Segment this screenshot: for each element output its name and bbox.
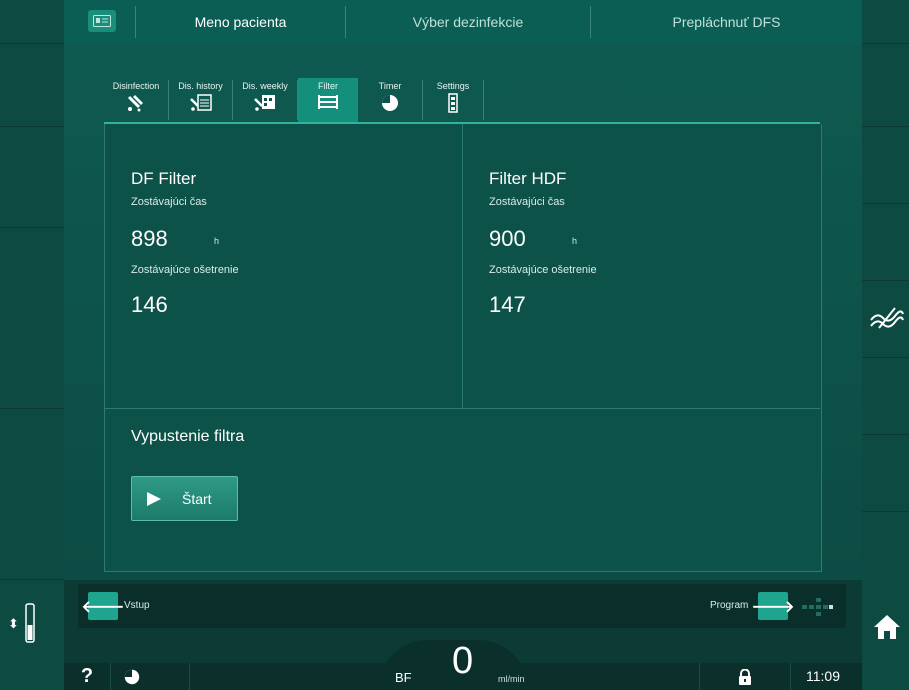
home-button[interactable] <box>866 604 908 650</box>
start-button-label: Štart <box>182 490 212 507</box>
df-filter-title: DF Filter <box>131 169 197 188</box>
tab-rinse-dfs[interactable]: Prepláchnuť DFS <box>591 0 862 44</box>
back-label: Vstup <box>124 600 150 611</box>
left-cell <box>0 0 64 44</box>
right-cell <box>862 127 909 204</box>
dis-weekly-icon <box>254 95 275 111</box>
lock-icon <box>739 668 751 685</box>
tab-disinfection-select[interactable]: Výber dezinfekcie <box>346 0 590 44</box>
tab-label: Dis. history <box>178 81 223 91</box>
settings-icon <box>448 93 458 113</box>
tab-timer[interactable]: Timer <box>358 78 422 124</box>
hdf-remaining-time-unit: h <box>572 236 578 246</box>
df-remaining-treatments-label: Zostávajúce ošetrenie <box>131 264 239 276</box>
timer-status-button[interactable] <box>111 663 190 690</box>
tab-filter[interactable]: Filter <box>298 78 358 124</box>
tab-separator <box>483 80 484 120</box>
home-icon <box>874 615 900 639</box>
bypass-icon <box>870 307 904 329</box>
tab-disinfection[interactable]: Disinfection <box>104 78 168 124</box>
help-icon: ? <box>80 665 94 687</box>
start-button[interactable]: Štart <box>131 476 238 521</box>
tab-label: Settings <box>436 81 470 91</box>
play-icon <box>147 491 161 506</box>
right-cell <box>862 204 909 281</box>
back-button[interactable]: 🡐 <box>82 592 124 620</box>
hdf-remaining-time-value: 900 <box>489 226 526 251</box>
timer-icon <box>124 669 140 684</box>
hdf-remaining-time-label: Zostávajúci čas <box>489 196 565 208</box>
tab-dis-weekly[interactable]: Dis. weekly <box>233 78 297 124</box>
lock-button[interactable] <box>699 663 791 690</box>
bf-unit: ml/min <box>498 674 525 684</box>
bf-label: BF <box>395 670 412 685</box>
tab-label: Timer <box>378 81 402 91</box>
clock: 11:09 <box>806 668 840 684</box>
disinfection-icon <box>127 95 143 112</box>
tab-patient-name[interactable]: Meno pacienta <box>136 0 345 44</box>
steps-icon <box>802 598 833 616</box>
patient-card-button[interactable] <box>88 10 116 32</box>
filter-icon <box>318 95 338 109</box>
arrow-left-icon: 🡐 <box>81 598 125 616</box>
level-gauge-icon <box>25 603 35 643</box>
bypass-button[interactable] <box>866 298 908 338</box>
right-cell <box>862 0 909 44</box>
hdf-remaining-treatments-value: 147 <box>489 292 526 317</box>
left-cell <box>0 44 64 127</box>
help-button[interactable]: ? <box>64 663 111 690</box>
right-cell <box>862 358 909 435</box>
drain-filter-title: Vypustenie filtra <box>131 428 245 445</box>
left-cell <box>0 409 64 580</box>
hdf-remaining-treatments-label: Zostávajúce ošetrenie <box>489 264 597 276</box>
dis-history-icon <box>189 94 212 111</box>
tab-label: Dis. weekly <box>242 81 288 91</box>
tab-dis-history[interactable]: Dis. history <box>169 78 232 124</box>
divider <box>462 124 463 408</box>
right-cell <box>862 44 909 127</box>
left-cell <box>0 127 64 228</box>
forward-label: Program <box>710 600 749 611</box>
program-steps-indicator <box>800 594 834 620</box>
hdf-filter-title: Filter HDF <box>489 169 567 188</box>
id-card-icon <box>93 15 111 27</box>
forward-button[interactable]: 🡒 <box>752 592 794 620</box>
df-remaining-time-label: Zostávajúci čas <box>131 196 207 208</box>
tab-label: Disinfection <box>112 81 160 91</box>
left-cell <box>0 228 64 409</box>
timer-icon <box>382 95 398 111</box>
df-remaining-treatments-value: 146 <box>131 292 168 317</box>
divider <box>104 408 820 409</box>
level-adjust-button[interactable]: ⬍ <box>8 598 60 648</box>
df-remaining-time-value: 898 <box>131 226 168 251</box>
df-remaining-time-unit: h <box>214 236 220 246</box>
right-cell <box>862 435 909 512</box>
bf-value: 0 <box>452 640 474 682</box>
tab-settings[interactable]: Settings <box>423 78 483 124</box>
up-down-arrows-icon: ⬍ <box>8 615 19 631</box>
arrow-right-icon: 🡒 <box>751 598 795 616</box>
tab-label: Filter <box>318 81 338 91</box>
